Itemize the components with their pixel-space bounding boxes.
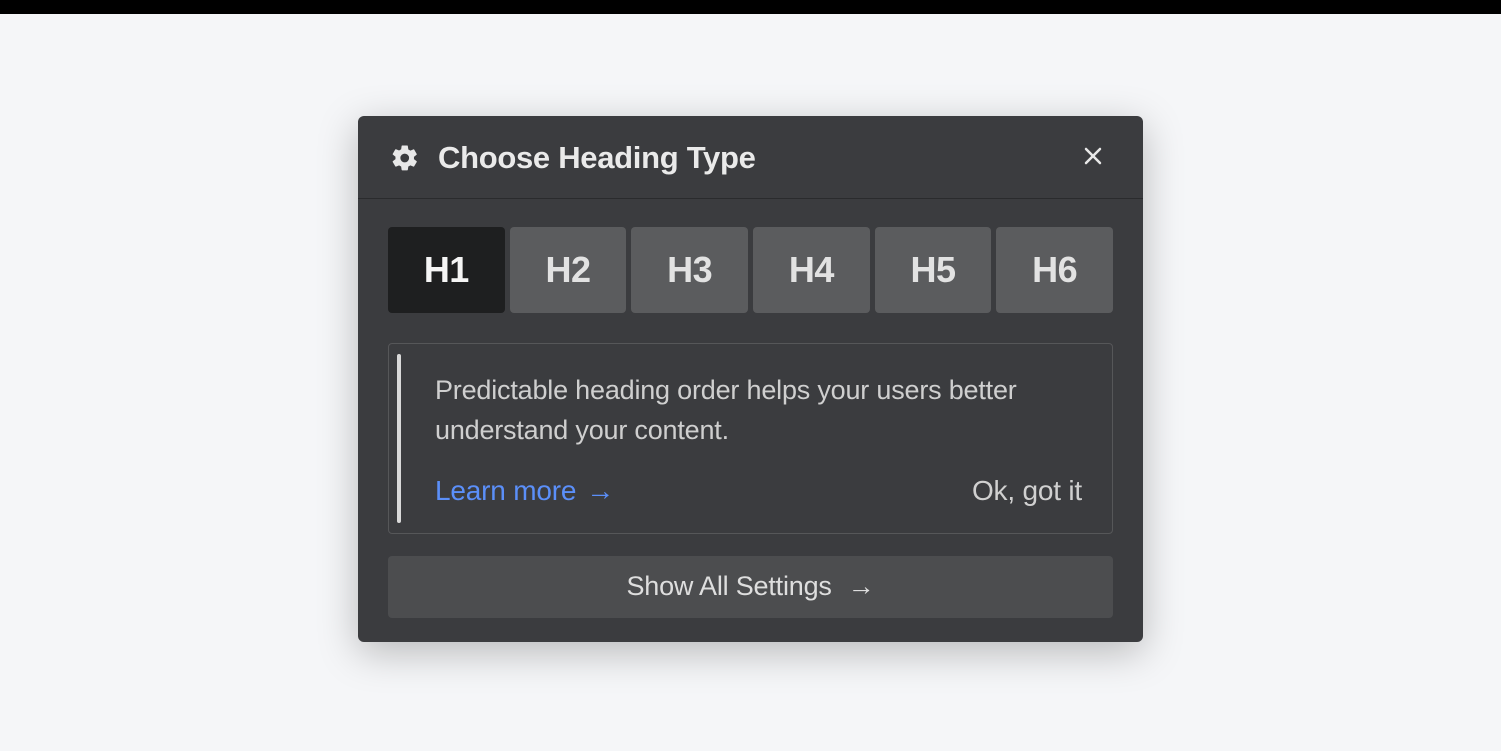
close-button[interactable]	[1075, 140, 1111, 176]
arrow-right-icon: →	[848, 571, 875, 602]
panel-header: Choose Heading Type	[358, 116, 1143, 199]
notice-actions: Learn more → Ok, got it	[435, 475, 1082, 507]
heading-tab-h5[interactable]: H5	[875, 227, 992, 313]
show-all-settings-button[interactable]: Show All Settings →	[388, 556, 1113, 618]
arrow-right-icon: →	[586, 475, 614, 507]
close-icon	[1081, 144, 1105, 171]
dismiss-notice-button[interactable]: Ok, got it	[972, 475, 1082, 507]
heading-order-notice: Predictable heading order helps your use…	[388, 343, 1113, 534]
notice-text: Predictable heading order helps your use…	[435, 370, 1082, 451]
top-black-bar	[0, 0, 1501, 14]
heading-tab-h2[interactable]: H2	[510, 227, 627, 313]
panel-body: H1 H2 H3 H4 H5 H6 Predictable heading or…	[358, 199, 1143, 642]
learn-more-link[interactable]: Learn more →	[435, 475, 614, 507]
panel-title: Choose Heading Type	[438, 140, 1075, 176]
heading-tab-h1[interactable]: H1	[388, 227, 505, 313]
heading-tab-h3[interactable]: H3	[631, 227, 748, 313]
heading-type-panel: Choose Heading Type H1 H2 H3 H4 H5 H6 Pr…	[358, 116, 1143, 642]
show-all-label: Show All Settings	[626, 571, 831, 602]
heading-tab-h4[interactable]: H4	[753, 227, 870, 313]
heading-tab-h6[interactable]: H6	[996, 227, 1113, 313]
learn-more-label: Learn more	[435, 475, 576, 507]
gear-icon	[390, 143, 420, 173]
heading-tabs: H1 H2 H3 H4 H5 H6	[388, 227, 1113, 313]
